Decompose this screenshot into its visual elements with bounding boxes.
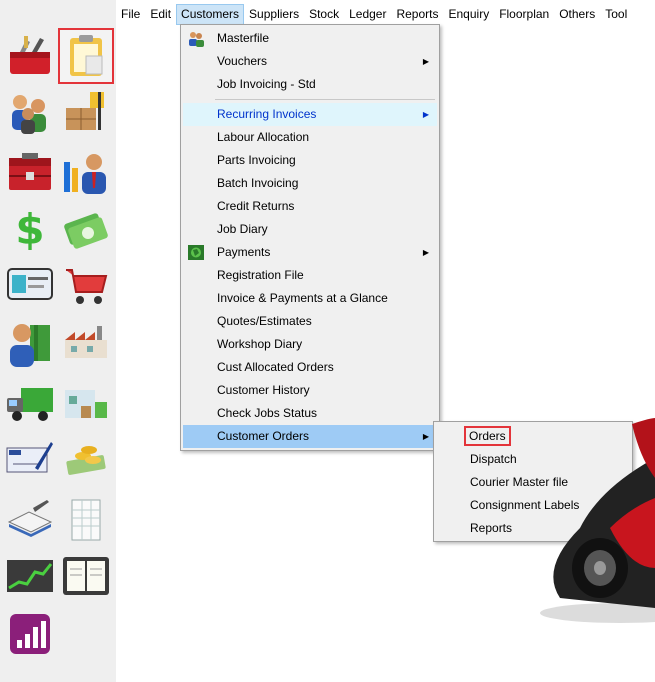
menu-item-job-diary[interactable]: Job Diary [183, 218, 437, 241]
customers-icon[interactable] [4, 86, 56, 138]
menu-item-customer-orders[interactable]: Customer Orders ▶ [183, 425, 437, 448]
spreadsheet-icon[interactable] [60, 494, 112, 546]
menu-item-credit-returns[interactable]: Credit Returns [183, 195, 437, 218]
ledger-book-icon[interactable] [4, 492, 56, 544]
credit-card-icon[interactable] [4, 258, 56, 310]
menu-item-quotes-estimates[interactable]: Quotes/Estimates [183, 310, 437, 333]
menu-item-registration-file[interactable]: Registration File [183, 264, 437, 287]
menu-enquiry[interactable]: Enquiry [444, 4, 495, 24]
menubar: File Edit Customers Suppliers Stock Ledg… [116, 4, 655, 25]
stock-chart-icon[interactable] [4, 550, 56, 602]
menu-separator [215, 99, 435, 100]
diary-icon[interactable] [60, 550, 112, 602]
menu-ledger[interactable]: Ledger [344, 4, 391, 24]
coins-icon[interactable] [60, 432, 112, 484]
menu-item-parts-invoicing[interactable]: Parts Invoicing [183, 149, 437, 172]
menu-item-recurring-invoices[interactable]: Recurring Invoices ▶ [183, 103, 437, 126]
manager-chart-icon[interactable] [60, 146, 112, 198]
toolbox-icon[interactable] [4, 30, 56, 82]
submenu-arrow-icon: ▶ [422, 110, 429, 119]
clipboard-icon[interactable] [58, 28, 114, 84]
menu-others[interactable]: Others [554, 4, 600, 24]
menu-file[interactable]: File [116, 4, 145, 24]
menu-customers[interactable]: Customers [176, 4, 245, 25]
menu-item-cust-allocated-orders[interactable]: Cust Allocated Orders [183, 356, 437, 379]
submenu-arrow-icon: ▶ [422, 432, 429, 441]
menu-floorplan[interactable]: Floorplan [494, 4, 554, 24]
globe-icon [187, 244, 205, 261]
menu-suppliers[interactable]: Suppliers [244, 4, 304, 24]
menu-item-payments[interactable]: Payments ▶ [183, 241, 437, 264]
menu-item-check-jobs-status[interactable]: Check Jobs Status [183, 402, 437, 425]
cheque-icon[interactable] [4, 432, 56, 484]
people-icon [187, 30, 205, 47]
menu-item-vouchers[interactable]: Vouchers ▶ [183, 50, 437, 73]
submenu-arrow-icon: ▶ [422, 248, 429, 257]
bar-chart-icon[interactable] [4, 608, 56, 660]
dollar-icon[interactable]: $ [4, 202, 56, 254]
icon-sidebar: $ [0, 0, 116, 682]
money-icon[interactable] [60, 202, 112, 254]
truck-icon[interactable] [4, 378, 56, 430]
svg-text:$: $ [15, 205, 44, 252]
menu-item-workshop-diary[interactable]: Workshop Diary [183, 333, 437, 356]
menu-stock[interactable]: Stock [304, 4, 344, 24]
menu-item-labour-allocation[interactable]: Labour Allocation [183, 126, 437, 149]
user-book-icon[interactable] [4, 318, 56, 370]
factory-icon[interactable] [60, 318, 112, 370]
menu-item-masterfile[interactable]: Masterfile [183, 27, 437, 50]
menu-item-customer-history[interactable]: Customer History [183, 379, 437, 402]
forklift-icon[interactable] [60, 86, 112, 138]
submenu-arrow-icon: ▶ [422, 57, 429, 66]
menu-reports[interactable]: Reports [391, 4, 443, 24]
menu-tools[interactable]: Tool [600, 4, 632, 24]
customers-dropdown: Masterfile Vouchers ▶ Job Invoicing - St… [180, 24, 440, 451]
shopping-cart-icon[interactable] [60, 260, 112, 312]
tool-chest-icon[interactable] [4, 146, 56, 198]
background-car-image [540, 418, 655, 623]
menu-item-job-invoicing-std[interactable]: Job Invoicing - Std [183, 73, 437, 96]
menu-edit[interactable]: Edit [145, 4, 176, 24]
menu-item-batch-invoicing[interactable]: Batch Invoicing [183, 172, 437, 195]
menu-item-invoice-payments-glance[interactable]: Invoice & Payments at a Glance [183, 287, 437, 310]
warehouse-icon[interactable] [60, 378, 112, 430]
